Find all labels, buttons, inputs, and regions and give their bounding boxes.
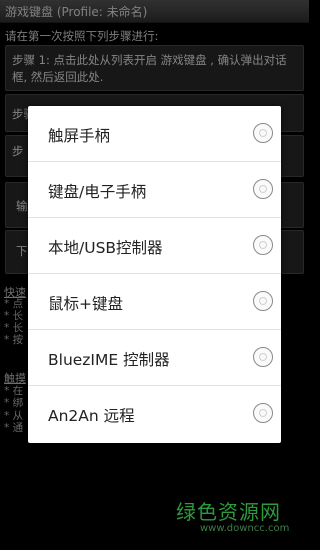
radio-button[interactable] (253, 403, 273, 423)
controller-picker-dialog: 触屏手柄 键盘/电子手柄 本地/USB控制器 鼠标+键盘 BluezIME 控制… (28, 106, 281, 443)
option-label: 鼠标+键盘 (48, 295, 123, 313)
radio-button[interactable] (253, 235, 273, 255)
radio-button[interactable] (253, 179, 273, 199)
option-label: An2An 远程 (48, 407, 135, 425)
radio-button[interactable] (253, 291, 273, 311)
radio-button[interactable] (253, 123, 273, 143)
radio-button[interactable] (253, 347, 273, 367)
option-usb-controller[interactable]: 本地/USB控制器 (28, 218, 281, 274)
option-label: 本地/USB控制器 (48, 239, 163, 257)
option-keyboard-gamepad[interactable]: 键盘/电子手柄 (28, 162, 281, 218)
option-an2an-remote[interactable]: An2An 远程 (28, 386, 281, 443)
option-mouse-keyboard[interactable]: 鼠标+键盘 (28, 274, 281, 330)
option-label: 键盘/电子手柄 (48, 183, 147, 201)
watermark-text: 绿色资源网 (176, 500, 281, 524)
option-touch-gamepad[interactable]: 触屏手柄 (28, 106, 281, 162)
option-label: 触屏手柄 (48, 127, 111, 145)
option-label: BluezIME 控制器 (48, 351, 170, 369)
option-bluezime-controller[interactable]: BluezIME 控制器 (28, 330, 281, 386)
watermark-url: www.downcc.com (200, 523, 290, 534)
